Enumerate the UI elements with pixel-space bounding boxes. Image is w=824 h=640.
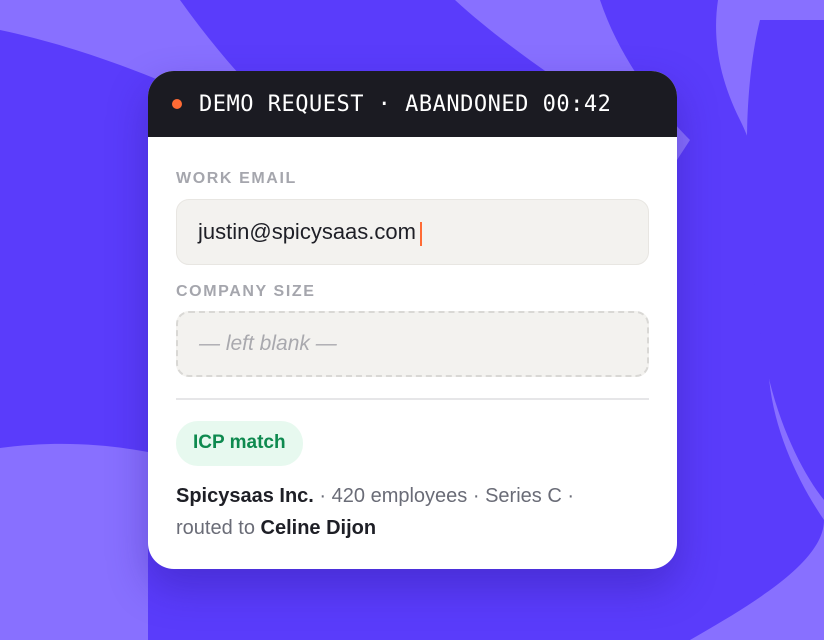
company-size-field[interactable]: — left blank — bbox=[176, 311, 649, 377]
header-title: DEMO REQUEST · ABANDONED 00:42 bbox=[199, 91, 612, 117]
email-value: justin@spicysaas.com bbox=[198, 219, 416, 244]
company-name: Spicysaas Inc. bbox=[176, 485, 314, 507]
enrichment-summary: Spicysaas Inc. · 420 employees · Series … bbox=[176, 480, 649, 544]
text-caret bbox=[419, 222, 422, 246]
company-details: · 420 employees · Series C · bbox=[313, 485, 574, 507]
divider bbox=[176, 398, 649, 400]
routed-prefix: routed to bbox=[176, 517, 261, 539]
icp-match-badge: ICP match bbox=[176, 421, 303, 466]
email-field[interactable]: justin@spicysaas.com bbox=[176, 199, 649, 265]
wave-bottom-left bbox=[0, 443, 148, 640]
status-dot-icon bbox=[172, 99, 182, 109]
company-size-placeholder: — left blank — bbox=[199, 332, 337, 355]
demo-request-card: DEMO REQUEST · ABANDONED 00:42 WORK EMAI… bbox=[148, 71, 677, 569]
card-header: DEMO REQUEST · ABANDONED 00:42 bbox=[148, 71, 677, 137]
email-label: WORK EMAIL bbox=[176, 170, 297, 187]
company-size-label: COMPANY SIZE bbox=[176, 283, 316, 300]
owner-name: Celine Dijon bbox=[260, 517, 377, 539]
card-body: WORK EMAIL justin@spicysaas.com COMPANY … bbox=[148, 137, 677, 544]
